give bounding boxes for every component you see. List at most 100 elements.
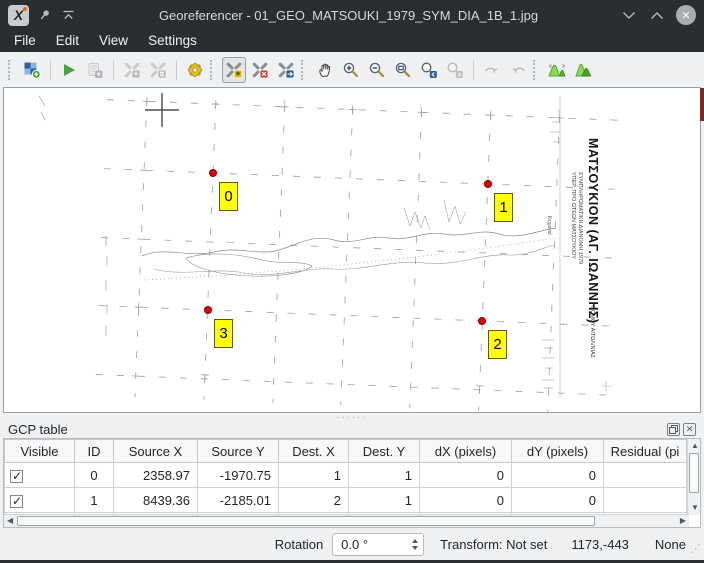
generate-gdal-script-button[interactable] [83,57,107,83]
minimize-icon[interactable] [620,6,638,24]
gcp-marker-dot[interactable] [204,306,212,314]
table-row[interactable]: 02358.97-1970.751100 [5,463,687,488]
table-cell-dy[interactable]: 0 [512,488,604,513]
move-gcp-point-button[interactable] [274,57,298,83]
table-cell-source-x[interactable]: 8439.36 [114,488,198,513]
table-cell-source-y[interactable]: -1970.75 [198,463,279,488]
start-georeferencing-button[interactable] [57,57,81,83]
transformation-settings-button[interactable] [183,57,207,83]
vertical-scroll-thumb[interactable] [689,453,699,493]
spin-up-icon[interactable] [412,539,418,543]
gcp-marker-dot[interactable] [209,169,217,177]
gcp-marker-label[interactable]: 3 [214,319,233,348]
gcp-marker-dot[interactable] [478,317,486,325]
pin-icon[interactable] [35,6,53,24]
gcp-table-frame: VisibleIDSource XSource YDest. XDest. Yd… [3,438,701,528]
zoom-in-button[interactable] [339,57,363,83]
visible-checkbox[interactable] [10,495,23,508]
gcp-marker-label[interactable]: 1 [494,193,513,222]
toolbar-drag-handle[interactable] [301,60,309,80]
table-row[interactable]: 18439.36-2185.012100 [5,488,687,513]
column-header[interactable]: dX (pixels) [420,440,512,463]
resize-grip[interactable]: ⋰ [690,542,701,555]
table-horizontal-scrollbar[interactable]: ◀ ▶ [4,514,689,527]
zoom-out-button[interactable] [365,57,389,83]
save-gcp-points-button[interactable] [146,57,170,83]
menu-edit[interactable]: Edit [46,30,89,52]
column-header[interactable]: ID [75,440,114,463]
visible-checkbox[interactable] [10,470,23,483]
visible-cell[interactable] [5,463,75,488]
column-header[interactable]: Visible [5,440,75,463]
zoom-next-button[interactable] [443,57,467,83]
georeferencer-window: X Georeferencer - 01_GEO_MATSOUKI_1979_S… [0,0,704,563]
link-qgis-to-georeferencer-button[interactable] [506,57,530,83]
table-cell-dest-y[interactable]: 1 [349,463,420,488]
gcp-marker-label[interactable]: 2 [488,330,507,359]
local-histogram-stretch-button[interactable] [571,57,595,83]
crs-status: None [655,537,686,552]
gcp-table: VisibleIDSource XSource YDest. XDest. Yd… [4,439,687,514]
pan-button[interactable] [313,57,337,83]
table-cell-dest-x[interactable]: 1 [279,463,349,488]
title-bar[interactable]: X Georeferencer - 01_GEO_MATSOUKI_1979_S… [0,0,704,30]
full-histogram-stretch-button[interactable] [545,57,569,83]
dock-float-icon[interactable] [667,423,680,436]
column-header[interactable]: Dest. X [279,440,349,463]
gcp-table-dock-header: GCP table ✕ [0,420,704,438]
menu-file[interactable]: File [4,30,46,52]
table-cell-dx[interactable]: 0 [420,463,512,488]
column-header[interactable]: Residual (pi [604,440,687,463]
window-title: Georeferencer - 01_GEO_MATSOUKI_1979_SYM… [77,8,620,23]
zoom-to-layer-button[interactable] [391,57,415,83]
visible-cell[interactable] [5,488,75,513]
horizontal-scroll-thumb[interactable] [17,516,595,526]
table-cell-source-x[interactable]: 2358.97 [114,463,198,488]
gcp-marker-label[interactable]: 0 [219,182,238,211]
map-canvas[interactable]: 5 ε δ [3,87,701,413]
menu-view[interactable]: View [89,30,138,52]
menu-settings[interactable]: Settings [138,30,207,52]
toolbar-drag-handle[interactable] [210,60,218,80]
load-gcp-points-button[interactable] [120,57,144,83]
scroll-right-icon[interactable]: ▶ [680,515,686,527]
table-cell-id[interactable]: 0 [75,463,114,488]
open-raster-button[interactable] [20,57,44,83]
scroll-down-icon[interactable]: ▼ [691,502,699,514]
scroll-left-icon[interactable]: ◀ [7,515,13,527]
rotation-spinbox[interactable]: 0.0 ° [332,533,424,556]
column-header[interactable]: Dest. Y [349,440,420,463]
table-cell-residual[interactable] [604,488,687,513]
table-cell-dest-x[interactable]: 2 [279,488,349,513]
toolbar-drag-handle[interactable] [533,60,541,80]
gcp-marker-dot[interactable] [484,180,492,188]
zoom-last-button[interactable] [417,57,441,83]
table-cell-dx[interactable]: 0 [420,488,512,513]
spin-down-icon[interactable] [412,546,418,550]
table-cell-id[interactable]: 1 [75,488,114,513]
maximize-icon[interactable] [648,6,666,24]
link-georeferencer-to-qgis-button[interactable] [480,57,504,83]
dock-close-icon[interactable]: ✕ [683,423,696,436]
close-icon[interactable]: ✕ [676,5,696,25]
background-window-sliver [700,88,704,121]
table-cell-residual[interactable] [604,463,687,488]
scanned-map-image: 5 ε δ [4,88,700,412]
table-cell-dy[interactable]: 0 [512,463,604,488]
canvas-table-splitter[interactable]: ······ [0,413,704,420]
table-cell-source-y[interactable]: -2185.01 [198,488,279,513]
column-header[interactable]: Source Y [198,440,279,463]
column-header[interactable]: dY (pixels) [512,440,604,463]
map-place-label: Κεχριναί [546,216,552,236]
delete-point-button[interactable] [248,57,272,83]
add-point-button[interactable] [222,57,246,83]
toolbar-separator [176,60,177,80]
column-header[interactable]: Source X [114,440,198,463]
svg-text:δ: δ [558,110,561,116]
table-cell-dest-y[interactable]: 1 [349,488,420,513]
shade-icon[interactable] [59,6,77,24]
rotation-value[interactable]: 0.0 ° [333,534,406,555]
table-vertical-scrollbar[interactable]: ▲ ▼ [687,439,700,515]
toolbar-drag-handle[interactable] [8,60,16,80]
scroll-up-icon[interactable]: ▲ [691,440,699,452]
